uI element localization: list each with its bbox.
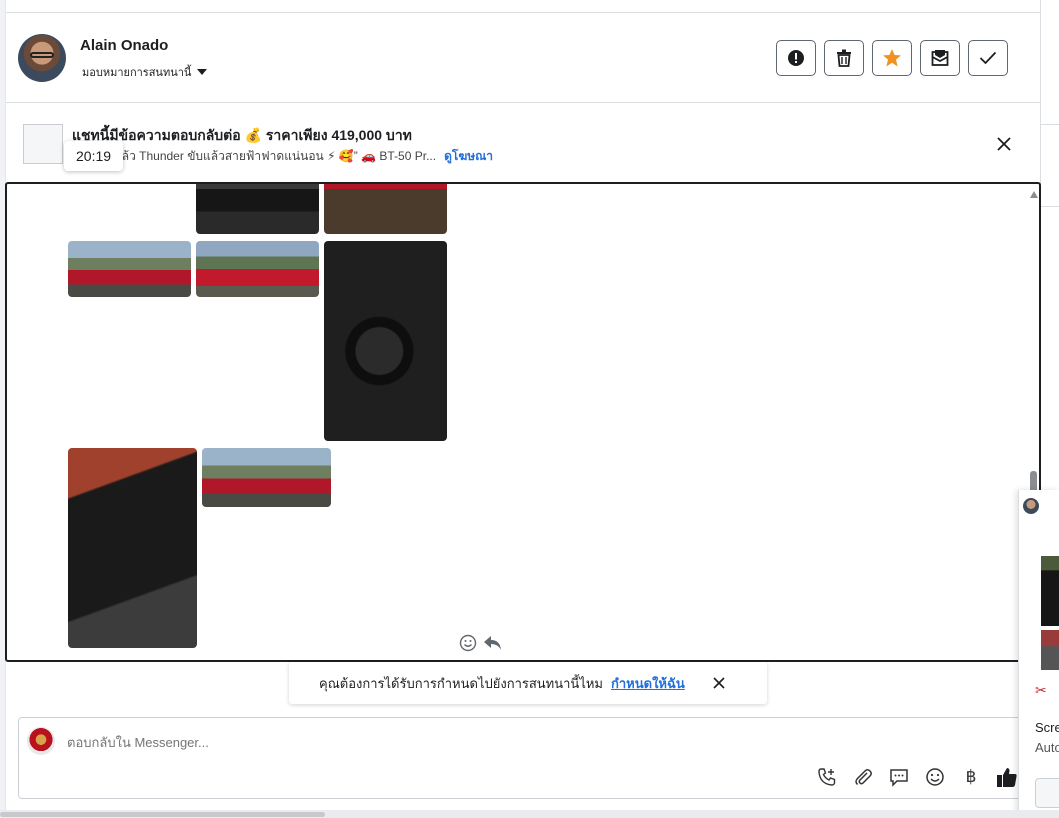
mark-unread-button[interactable] [920, 40, 960, 76]
ad-context-banner: แชทนี้มีข้อความตอบกลับต่อ 💰 ราคาเพียง 41… [6, 104, 1040, 182]
timestamp-tooltip: 20:19 [64, 141, 124, 171]
contact-avatar[interactable] [18, 34, 66, 82]
message-photo[interactable] [196, 184, 319, 234]
spam-button[interactable] [776, 40, 816, 76]
thumbs-up-icon [997, 768, 1017, 787]
page-avatar [27, 727, 55, 755]
preview-action-button[interactable] [1035, 778, 1059, 808]
message-photo[interactable] [324, 184, 447, 234]
message-photo[interactable] [324, 241, 447, 441]
conversation-header: Alain Onado มอบหมายการสนทนานี้ [6, 13, 1040, 103]
view-ad-link[interactable]: ดูโฆษณา [444, 147, 493, 166]
preview-subtitle: Auto [1035, 740, 1059, 755]
emoji-icon [926, 768, 944, 786]
far-right-divider [1041, 124, 1059, 125]
call-button[interactable] [815, 765, 839, 789]
phone-icon [818, 768, 836, 786]
message-thread[interactable] [5, 182, 1041, 662]
message-photo[interactable] [196, 241, 319, 297]
checkmark-icon [979, 51, 997, 65]
caret-down-icon [197, 69, 208, 75]
snipping-tool-icon: ✂ [1035, 682, 1047, 698]
close-icon[interactable] [711, 675, 727, 691]
like-button[interactable] [995, 765, 1019, 789]
delete-button[interactable] [824, 40, 864, 76]
close-icon[interactable] [994, 134, 1014, 154]
screenshot-preview-panel[interactable]: ✂ Scre Auto [1018, 490, 1059, 818]
assign-label: มอบหมายการสนทนานี้ [82, 67, 192, 79]
preview-avatar [1023, 498, 1039, 514]
emoji-reaction-icon[interactable] [459, 634, 477, 652]
star-button[interactable] [872, 40, 912, 76]
alert-icon [788, 50, 804, 66]
far-right-divider [1041, 206, 1059, 207]
composer-toolbar: ฿ [815, 765, 1019, 789]
message-photo[interactable] [68, 241, 191, 297]
message-photo[interactable] [202, 448, 331, 507]
far-right-panel [1041, 0, 1059, 490]
saved-replies-button[interactable] [887, 765, 911, 789]
preview-photo [1041, 630, 1059, 670]
reply-composer: ฿ [18, 717, 1040, 799]
message-photo[interactable] [68, 448, 197, 648]
assign-dropdown[interactable]: มอบหมายการสนทนานี้ [82, 63, 208, 81]
contact-name[interactable]: Alain Onado [80, 37, 168, 54]
ad-subtitle-row: แล้ว Thunder ขับแล้วสายฟ้าฟาดแน่นอน ⚡ 🥰”… [72, 147, 493, 166]
assign-notice: คุณต้องการได้รับการกำหนดไปยังการสนทนานี้… [289, 662, 767, 704]
payment-button[interactable]: ฿ [959, 765, 983, 789]
mark-unread-icon [931, 50, 949, 66]
scroll-up-arrow-icon[interactable] [1030, 191, 1038, 198]
page-scrollbar-thumb[interactable] [0, 812, 325, 817]
preview-photo [1041, 556, 1059, 626]
emoji-button[interactable] [923, 765, 947, 789]
reply-input[interactable] [67, 735, 667, 750]
reply-icon[interactable] [483, 634, 503, 652]
baht-icon: ฿ [965, 767, 977, 786]
assign-to-me-link[interactable]: กำหนดให้ฉัน [611, 673, 685, 694]
comment-icon [890, 769, 908, 787]
paperclip-icon [855, 769, 872, 786]
done-button[interactable] [968, 40, 1008, 76]
header-actions [776, 40, 1008, 76]
attach-button[interactable] [851, 765, 875, 789]
preview-title: Scre [1035, 720, 1059, 735]
assign-notice-text: คุณต้องการได้รับการกำหนดไปยังการสนทนานี้… [319, 675, 603, 691]
trash-icon [837, 49, 851, 67]
star-icon [883, 49, 901, 67]
ad-subtitle: แล้ว Thunder ขับแล้วสายฟ้าฟาดแน่นอน ⚡ 🥰”… [114, 149, 437, 163]
ad-thumbnail[interactable] [23, 124, 63, 164]
